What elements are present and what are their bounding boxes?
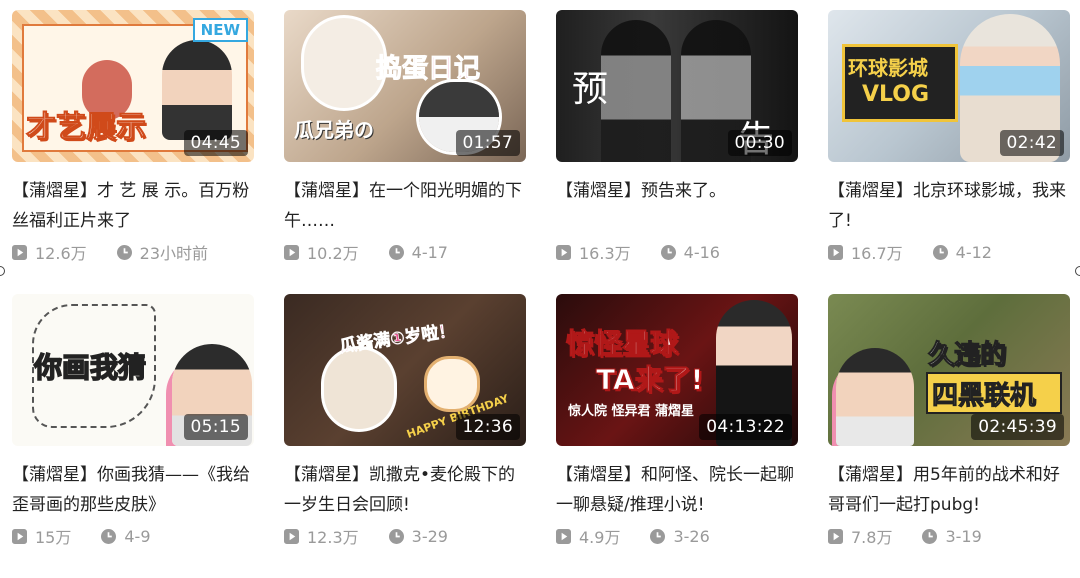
duration-badge: 02:45:39 xyxy=(971,414,1064,440)
play-count-icon xyxy=(284,528,299,544)
thumbnail-overlay-text: 才艺展示 xyxy=(26,110,147,146)
video-title[interactable]: 【蒲熠星】你画我猜——《我给歪哥画的那些皮肤》 xyxy=(12,460,254,520)
video-thumbnail[interactable]: 预 告 00:30 xyxy=(556,10,798,162)
video-title[interactable]: 【蒲熠星】才 艺 展 示。百万粉丝福利正片来了 xyxy=(12,176,254,236)
view-count: 15万 xyxy=(35,528,72,547)
video-card[interactable]: 你画我猜 05:15 【蒲熠星】你画我猜——《我给歪哥画的那些皮肤》 15万 4… xyxy=(12,294,254,578)
video-thumbnail[interactable]: NEW 才艺展示 04:45 xyxy=(12,10,254,162)
play-count-icon xyxy=(284,244,299,260)
thumbnail-overlay-text: 环球影城 xyxy=(848,56,928,80)
duration-badge: 01:57 xyxy=(455,130,520,156)
new-badge: NEW xyxy=(192,18,248,42)
play-count-icon xyxy=(556,244,571,260)
video-thumbnail[interactable]: 瓜酱满①岁啦！ HAPPY BIRTHDAY 12:36 xyxy=(284,294,526,446)
video-thumbnail[interactable]: 环球影城 VLOG 02:42 xyxy=(828,10,1070,162)
publish-date: 4-9 xyxy=(124,526,151,546)
date-clock-icon xyxy=(932,244,948,260)
video-card[interactable]: 惊怪星球 TA来了! 惊人院 怪异君 蒲熠星 04:13:22 【蒲熠星】和阿怪… xyxy=(556,294,798,578)
video-meta: 12.3万 3-29 xyxy=(284,524,526,548)
thumbnail-person-headset xyxy=(836,348,914,446)
date-clock-icon xyxy=(388,244,404,260)
duration-badge: 12:36 xyxy=(455,414,520,440)
date-clock-icon xyxy=(116,244,132,260)
view-count: 4.9万 xyxy=(579,528,621,547)
right-edge-handle xyxy=(1075,266,1080,276)
thumbnail-overlay-text: 惊怪星球 xyxy=(565,327,679,361)
publish-date: 4-16 xyxy=(683,242,720,262)
thumbnail-overlay-subtext: VLOG xyxy=(862,82,930,107)
publish-date: 3-29 xyxy=(411,526,448,546)
video-card[interactable]: NEW 才艺展示 04:45 【蒲熠星】才 艺 展 示。百万粉丝福利正片来了 1… xyxy=(12,10,254,294)
video-card[interactable]: 瓜酱满①岁啦！ HAPPY BIRTHDAY 12:36 【蒲熠星】凯撒克•麦伦… xyxy=(284,294,526,578)
video-title[interactable]: 【蒲熠星】预告来了。 xyxy=(556,176,798,236)
thumbnail-cat-white xyxy=(304,18,384,108)
video-meta: 15万 4-9 xyxy=(12,524,254,548)
duration-badge: 02:42 xyxy=(999,130,1064,156)
thumbnail-overlay-text: 久违的 xyxy=(927,340,1007,371)
video-grid: NEW 才艺展示 04:45 【蒲熠星】才 艺 展 示。百万粉丝福利正片来了 1… xyxy=(12,10,1070,578)
thumbnail-guest-names: 惊人院 怪异君 蒲熠星 xyxy=(568,404,695,419)
video-meta: 16.3万 4-16 xyxy=(556,240,798,264)
video-title[interactable]: 【蒲熠星】北京环球影城，我来了! xyxy=(828,176,1070,236)
video-thumbnail[interactable]: 捣蛋日记 瓜兄弟の 01:57 xyxy=(284,10,526,162)
video-meta: 4.9万 3-26 xyxy=(556,524,798,548)
play-count-icon xyxy=(828,244,843,260)
view-count: 12.3万 xyxy=(307,528,359,547)
duration-badge: 04:45 xyxy=(183,130,248,156)
publish-date: 4-12 xyxy=(955,242,992,262)
view-count: 12.6万 xyxy=(35,244,87,263)
video-meta: 16.7万 4-12 xyxy=(828,240,1070,264)
video-title[interactable]: 【蒲熠星】用5年前的战术和好哥哥们一起打pubg! xyxy=(828,460,1070,520)
thumbnail-cat xyxy=(324,349,394,429)
play-count-icon xyxy=(828,528,843,544)
view-count: 16.7万 xyxy=(851,244,903,263)
thumbnail-overlay-text: 瓜酱满①岁啦！ xyxy=(338,320,457,358)
date-clock-icon xyxy=(922,528,938,544)
video-thumbnail[interactable]: 惊怪星球 TA来了! 惊人院 怪异君 蒲熠星 04:13:22 xyxy=(556,294,798,446)
publish-date: 23小时前 xyxy=(139,244,209,263)
thumbnail-face-left xyxy=(601,20,671,162)
video-card[interactable]: 捣蛋日记 瓜兄弟の 01:57 【蒲熠星】在一个阳光明媚的下午…… 10.2万 … xyxy=(284,10,526,294)
publish-date: 3-19 xyxy=(945,526,982,546)
thumbnail-overlay-subtext: 四黑联机 xyxy=(931,381,1037,412)
view-count: 16.3万 xyxy=(579,244,631,263)
publish-date: 3-26 xyxy=(673,526,710,546)
view-count: 7.8万 xyxy=(851,528,893,547)
date-clock-icon xyxy=(101,528,117,544)
date-clock-icon xyxy=(660,244,676,260)
video-meta: 7.8万 3-19 xyxy=(828,524,1070,548)
view-count: 10.2万 xyxy=(307,244,359,263)
publish-date: 4-17 xyxy=(411,242,448,262)
duration-badge: 00:30 xyxy=(727,130,792,156)
date-clock-icon xyxy=(388,528,404,544)
video-thumbnail[interactable]: 你画我猜 05:15 xyxy=(12,294,254,446)
video-thumbnail[interactable]: 久违的 四黑联机 02:45:39 xyxy=(828,294,1070,446)
left-edge-handle xyxy=(0,266,5,276)
video-card[interactable]: 久违的 四黑联机 02:45:39 【蒲熠星】用5年前的战术和好哥哥们一起打pu… xyxy=(828,294,1070,578)
video-title[interactable]: 【蒲熠星】和阿怪、院长一起聊一聊悬疑/推理小说! xyxy=(556,460,798,520)
play-count-icon xyxy=(12,244,27,260)
video-meta: 12.6万 23小时前 xyxy=(12,240,254,264)
thumbnail-overlay-subtext: 瓜兄弟の xyxy=(294,118,374,142)
video-card[interactable]: 环球影城 VLOG 02:42 【蒲熠星】北京环球影城，我来了! 16.7万 4… xyxy=(828,10,1070,294)
thumbnail-overlay-text: 捣蛋日记 xyxy=(375,54,481,85)
play-count-icon xyxy=(12,528,27,544)
date-clock-icon xyxy=(650,528,666,544)
play-count-icon xyxy=(556,528,571,544)
thumbnail-overlay-text: 你画我猜 xyxy=(33,350,147,385)
duration-badge: 05:15 xyxy=(183,414,248,440)
thumbnail-overlay-subtext: TA来了! xyxy=(595,363,704,397)
video-title[interactable]: 【蒲熠星】凯撒克•麦伦殿下的一岁生日会回顾! xyxy=(284,460,526,520)
thumbnail-person xyxy=(162,40,232,140)
video-card[interactable]: 预 告 00:30 【蒲熠星】预告来了。 16.3万 4-16 xyxy=(556,10,798,294)
video-title[interactable]: 【蒲熠星】在一个阳光明媚的下午…… xyxy=(284,176,526,236)
thumbnail-overlay-text: 预 xyxy=(572,69,609,110)
duration-badge: 04:13:22 xyxy=(699,414,792,440)
video-meta: 10.2万 4-17 xyxy=(284,240,526,264)
